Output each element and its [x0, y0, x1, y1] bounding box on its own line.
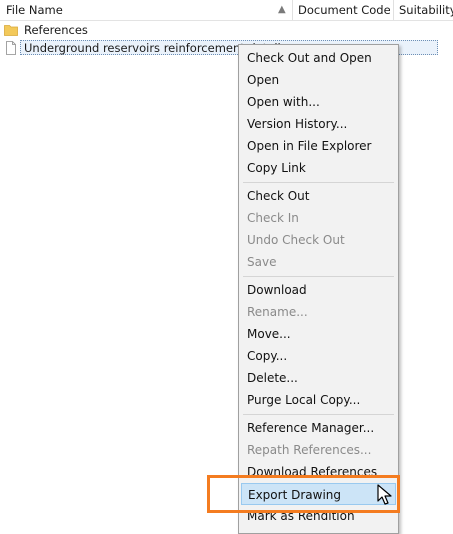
column-header: File Name ▲ Document Code Suitability [0, 0, 453, 21]
menu-item-check-out-and-open[interactable]: Check Out and Open [241, 47, 396, 69]
menu-item-save[interactable]: Save [241, 251, 396, 273]
list-item-folder[interactable]: References [0, 21, 453, 39]
menu-item-copy[interactable]: Copy... [241, 345, 396, 367]
menu-item-delete[interactable]: Delete... [241, 367, 396, 389]
column-file-name[interactable]: File Name [6, 0, 276, 20]
menu-item-open-in-file-explorer[interactable]: Open in File Explorer [241, 135, 396, 157]
context-menu: Check Out and Open Open Open with... Ver… [238, 44, 399, 534]
menu-item-open[interactable]: Open [241, 69, 396, 91]
menu-item-rename[interactable]: Rename... [241, 301, 396, 323]
menu-item-repath-references[interactable]: Repath References... [241, 439, 396, 461]
menu-item-copy-link[interactable]: Copy Link [241, 157, 396, 179]
folder-icon [4, 25, 18, 36]
file-icon [6, 41, 16, 55]
menu-item-check-in[interactable]: Check In [241, 207, 396, 229]
menu-item-version-history[interactable]: Version History... [241, 113, 396, 135]
menu-separator [243, 414, 394, 415]
menu-separator [243, 276, 394, 277]
sort-ascending-icon[interactable]: ▲ [278, 0, 286, 20]
mouse-pointer-icon [377, 484, 392, 505]
menu-item-download[interactable]: Download [241, 279, 396, 301]
column-suitability[interactable]: Suitability [393, 0, 453, 20]
menu-item-check-out[interactable]: Check Out [241, 185, 396, 207]
menu-item-undo-check-out[interactable]: Undo Check Out [241, 229, 396, 251]
menu-item-open-with[interactable]: Open with... [241, 91, 396, 113]
list-item-label: References [24, 23, 88, 37]
menu-item-move[interactable]: Move... [241, 323, 396, 345]
menu-separator [243, 182, 394, 183]
highlight-annotation-box [207, 475, 400, 513]
menu-item-purge-local-copy[interactable]: Purge Local Copy... [241, 389, 396, 411]
column-document-code[interactable]: Document Code [292, 0, 390, 20]
menu-item-reference-manager[interactable]: Reference Manager... [241, 417, 396, 439]
